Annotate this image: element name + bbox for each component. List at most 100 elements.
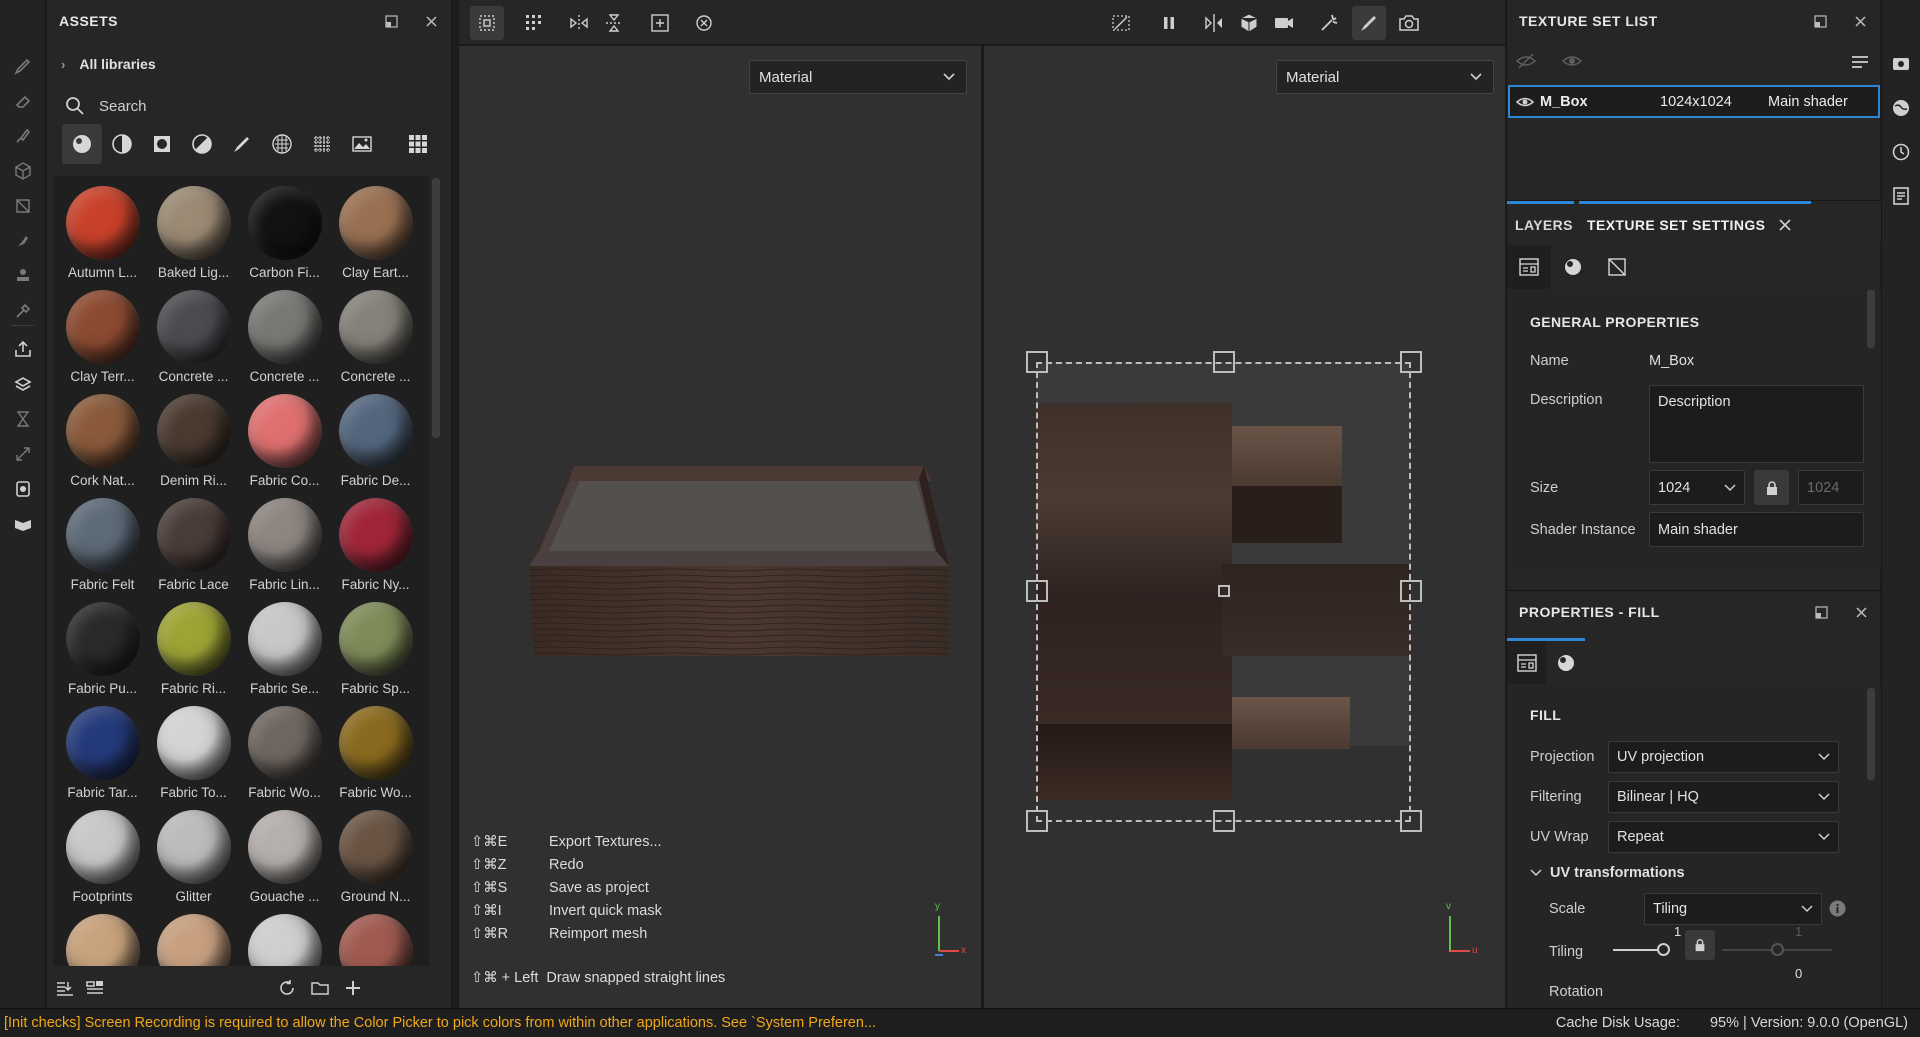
material-tile[interactable]: Fabric Ny... xyxy=(330,496,421,600)
log-document-icon[interactable] xyxy=(1891,186,1913,208)
info-icon[interactable] xyxy=(1829,900,1846,917)
float-panel-icon[interactable] xyxy=(1810,11,1830,31)
alphas-filter-icon[interactable] xyxy=(262,124,302,164)
material-tile[interactable]: Concrete ... xyxy=(148,288,239,392)
open-book-icon[interactable] xyxy=(11,512,35,536)
material-tile[interactable]: Clay Terr... xyxy=(57,288,148,392)
pause-icon[interactable] xyxy=(1152,6,1186,40)
brushes-filter-icon[interactable] xyxy=(222,124,262,164)
texture-set-row[interactable]: M_Box 1024x1024 Main shader xyxy=(1508,85,1880,118)
material-tile[interactable]: Fabric Wo... xyxy=(330,704,421,808)
viewport-2d[interactable]: Material v u xyxy=(984,46,1505,1008)
add-icon[interactable] xyxy=(341,976,365,1000)
hide-ui-icon[interactable] xyxy=(1104,6,1138,40)
tab-layers[interactable]: LAYERS xyxy=(1507,201,1574,245)
reset-camera-icon[interactable] xyxy=(687,6,721,40)
textures-filter-icon[interactable] xyxy=(302,124,342,164)
material-tile[interactable]: Fabric To... xyxy=(148,704,239,808)
close-icon[interactable] xyxy=(1851,602,1871,622)
projection-select[interactable]: UV projection xyxy=(1608,741,1839,773)
bake-mesh-icon[interactable] xyxy=(11,372,35,396)
material-tile[interactable]: Clay Eart... xyxy=(330,184,421,288)
material-tile[interactable] xyxy=(239,912,330,966)
material-tile[interactable]: Ground N... xyxy=(330,808,421,912)
filtering-select[interactable]: Bilinear | HQ xyxy=(1608,781,1839,813)
export-icon[interactable] xyxy=(11,337,35,361)
split-view-icon[interactable] xyxy=(1197,6,1231,40)
material-tile[interactable]: Fabric Se... xyxy=(239,600,330,704)
settings-sliders-icon[interactable] xyxy=(1507,641,1546,685)
transform-pivot[interactable] xyxy=(1218,585,1230,597)
masks-filter-icon[interactable] xyxy=(142,124,182,164)
material-tile[interactable]: Fabric Lace xyxy=(148,496,239,600)
lighting-icon[interactable] xyxy=(1312,6,1346,40)
tiling-lock-button[interactable] xyxy=(1685,930,1715,960)
transform-icon[interactable] xyxy=(11,442,35,466)
name-value[interactable]: M_Box xyxy=(1649,353,1694,369)
grid-snap-icon[interactable] xyxy=(517,6,551,40)
camera-icon[interactable] xyxy=(1267,6,1301,40)
viewport-3d-mode-select[interactable]: Material xyxy=(749,60,967,94)
material-tile[interactable]: Cork Nat... xyxy=(57,392,148,496)
material-tile[interactable] xyxy=(57,912,148,966)
paint-mode-icon[interactable] xyxy=(1352,6,1386,40)
material-tile[interactable]: Autumn L... xyxy=(57,184,148,288)
tab-texture-set-settings[interactable]: TEXTURE SET SETTINGS xyxy=(1579,201,1811,245)
hourglass-icon[interactable] xyxy=(11,407,35,431)
transform-handle[interactable] xyxy=(1026,351,1048,373)
material-tile[interactable]: Fabric Tar... xyxy=(57,704,148,808)
smart-materials-filter-icon[interactable] xyxy=(102,124,142,164)
scale-select[interactable]: Tiling xyxy=(1644,893,1822,925)
settings-scrollbar[interactable] xyxy=(1867,290,1875,348)
status-message[interactable]: [Init checks] Screen Recording is requir… xyxy=(4,1015,876,1031)
eye-off-icon[interactable] xyxy=(1515,50,1537,72)
material-tile[interactable]: Fabric Ri... xyxy=(148,600,239,704)
uv-transform-toggle[interactable]: UV transformations xyxy=(1530,865,1685,881)
material-tile[interactable]: Gouache ... xyxy=(239,808,330,912)
material-sphere-icon[interactable] xyxy=(1546,641,1585,685)
material-tile[interactable]: Fabric Wo... xyxy=(239,704,330,808)
material-tile[interactable]: Concrete ... xyxy=(239,288,330,392)
refresh-icon[interactable] xyxy=(275,976,299,1000)
transform-handle[interactable] xyxy=(1400,810,1422,832)
environment-globe-icon[interactable] xyxy=(1891,98,1913,120)
viewport-2d-mode-select[interactable]: Material xyxy=(1276,60,1494,94)
material-tile[interactable]: Fabric Co... xyxy=(239,392,330,496)
clone-stamp-icon[interactable] xyxy=(11,264,35,288)
material-tile[interactable]: Glitter xyxy=(148,808,239,912)
material-tile[interactable]: Carbon Fi... xyxy=(239,184,330,288)
symmetry-x-icon[interactable] xyxy=(562,6,596,40)
material-tile[interactable]: Baked Lig... xyxy=(148,184,239,288)
transform-handle[interactable] xyxy=(1400,580,1422,602)
materials-filter-icon[interactable] xyxy=(62,124,102,164)
material-tile[interactable]: Fabric Sp... xyxy=(330,600,421,704)
camera-settings-icon[interactable] xyxy=(1891,54,1913,76)
eye-icon[interactable] xyxy=(1510,93,1540,111)
generators-filter-icon[interactable] xyxy=(182,124,222,164)
material-tile[interactable]: Fabric De... xyxy=(330,392,421,496)
transform-handle[interactable] xyxy=(1026,810,1048,832)
shader-instance-field[interactable]: Main shader xyxy=(1649,512,1864,547)
list-menu-icon[interactable] xyxy=(1850,52,1870,72)
float-panel-icon[interactable] xyxy=(381,11,401,31)
3d-view-cube-icon[interactable] xyxy=(1232,6,1266,40)
material-tile[interactable]: Fabric Pu... xyxy=(57,600,148,704)
screenshot-icon[interactable] xyxy=(1392,6,1426,40)
properties-scrollbar[interactable] xyxy=(1867,688,1875,780)
import-resources-icon[interactable] xyxy=(53,976,77,1000)
transform-handle[interactable] xyxy=(1213,351,1235,373)
eye-icon[interactable] xyxy=(1561,50,1583,72)
projection-pen-icon[interactable] xyxy=(11,124,35,148)
material-tile[interactable]: Fabric Felt xyxy=(57,496,148,600)
smudge-icon[interactable] xyxy=(11,229,35,253)
material-tile[interactable]: Denim Ri... xyxy=(148,392,239,496)
search-input[interactable] xyxy=(99,97,399,115)
geometry-cube-icon[interactable] xyxy=(11,159,35,183)
tiling-u-handle[interactable] xyxy=(1657,943,1670,956)
libraries-breadcrumb[interactable]: › All libraries xyxy=(61,56,156,72)
selection-mode-icon[interactable] xyxy=(470,6,504,40)
uvwrap-select[interactable]: Repeat xyxy=(1608,821,1839,853)
color-picker-icon[interactable] xyxy=(11,299,35,323)
paint-brush-icon[interactable] xyxy=(11,54,35,78)
description-field[interactable]: Description xyxy=(1649,385,1864,463)
